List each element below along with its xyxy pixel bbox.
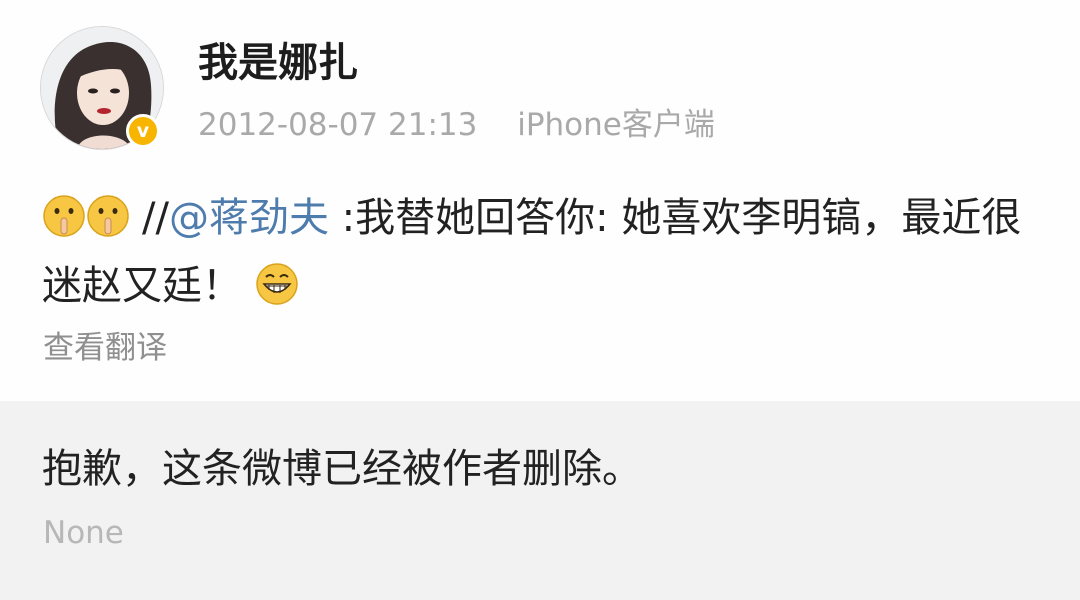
retweeted-post[interactable]: 抱歉，这条微博已经被作者删除。 None [0,401,1080,600]
post-timestamp: 2012-08-07 21:13 [198,107,478,143]
mention-link[interactable]: @蒋劲夫 [169,195,329,241]
post-content: //@蒋劲夫 :我替她回答你: 她喜欢李明镐，最近很迷赵又廷！ [42,184,1032,320]
post-meta: 2012-08-07 21:13 iPhone客户端 [198,104,715,146]
verified-badge-icon: v [126,114,160,148]
grin-emoji-icon [255,262,299,306]
repost-slashes: // [142,195,169,241]
username[interactable]: 我是娜扎 [198,37,358,89]
weibo-post: v 我是娜扎 2012-08-07 21:13 iPhone客户端 //@蒋劲夫… [0,0,1080,400]
shush-emoji-icon [86,194,130,238]
avatar-container[interactable]: v [40,26,164,150]
post-source: iPhone客户端 [517,107,715,143]
none-label: None [43,515,124,551]
translate-link[interactable]: 查看翻译 [43,328,167,368]
deleted-message: 抱歉，这条微博已经被作者删除。 [42,446,642,492]
shush-emoji-icon [42,194,86,238]
